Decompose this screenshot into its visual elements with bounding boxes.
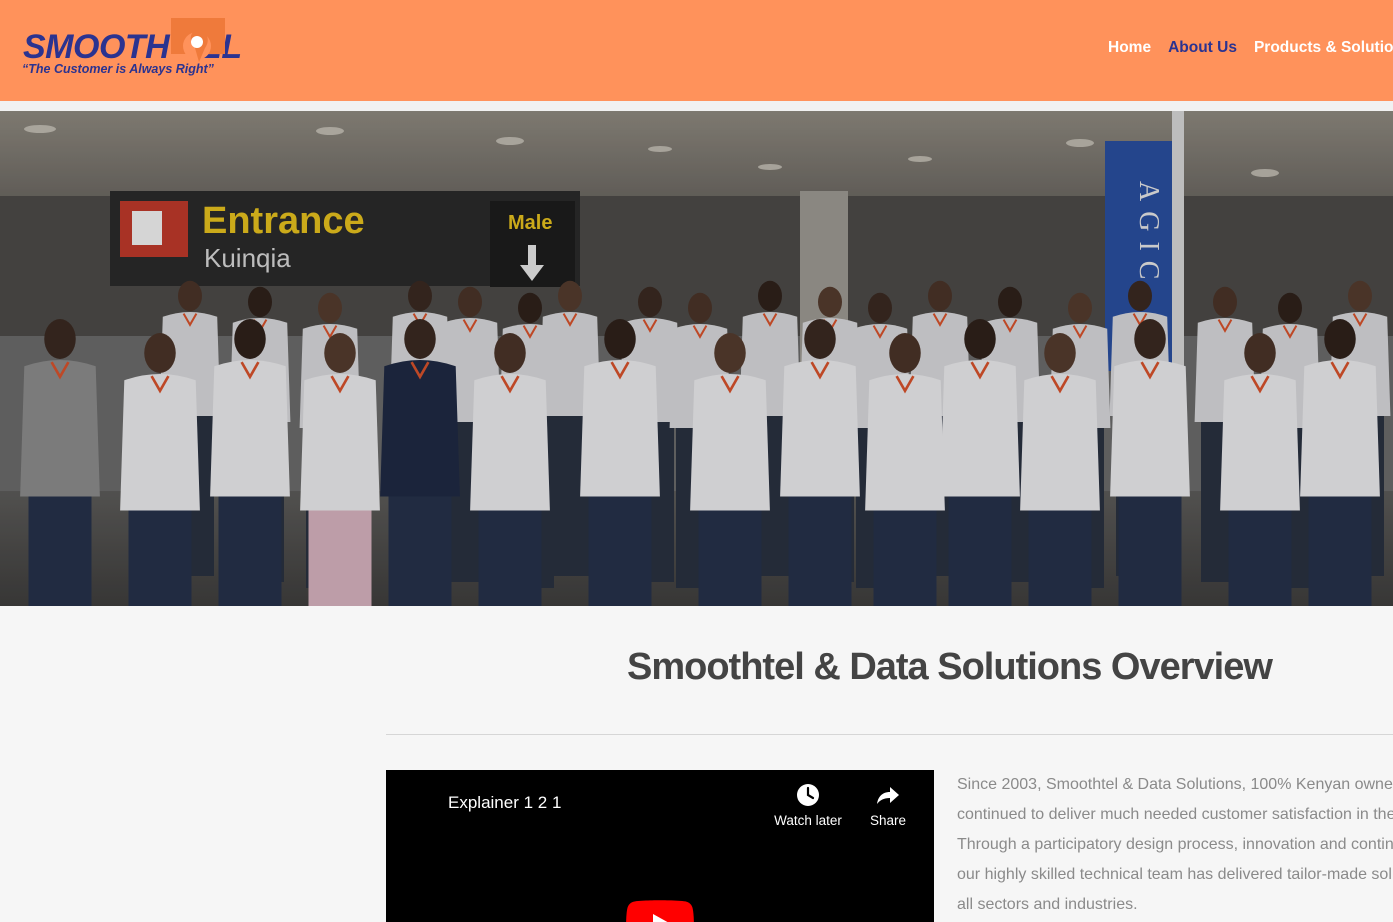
youtube-play-icon[interactable] bbox=[626, 900, 694, 922]
nav-about-us[interactable]: About Us bbox=[1168, 38, 1237, 58]
logo-tagline: “The Customer is Always Right” bbox=[22, 62, 214, 76]
main-nav: Home About Us Products & Solutions bbox=[1108, 38, 1393, 58]
overview-title: Smoothtel & Data Solutions Overview bbox=[627, 646, 1273, 688]
video-player[interactable]: Explainer 1 2 1 Watch later Share bbox=[386, 770, 934, 922]
logo[interactable]: SMOOTHEL “The Customer is Always Right” bbox=[22, 16, 242, 80]
section-divider bbox=[386, 734, 1393, 735]
share-arrow-icon bbox=[877, 787, 899, 804]
site-header: SMOOTHEL “The Customer is Always Right” … bbox=[0, 0, 1393, 101]
nav-home[interactable]: Home bbox=[1108, 38, 1151, 58]
watch-later-button[interactable]: Watch later bbox=[768, 782, 848, 830]
share-button[interactable]: Share bbox=[848, 782, 928, 830]
clock-icon bbox=[797, 784, 819, 806]
hero-image: Entrance Kuinqia Male AGIC bbox=[0, 111, 1393, 606]
overview-paragraph: Since 2003, Smoothtel & Data Solutions, … bbox=[957, 770, 1393, 920]
nav-products-solutions[interactable]: Products & Solutions bbox=[1254, 38, 1393, 58]
logo-mark-icon bbox=[171, 18, 225, 62]
watch-later-label: Watch later bbox=[774, 813, 842, 828]
paragraph-line: all sectors and industries. bbox=[957, 896, 1138, 913]
header-shadow bbox=[0, 101, 1393, 111]
paragraph-line: continued to deliver much needed custome… bbox=[957, 806, 1393, 823]
hero-team-photo: Entrance Kuinqia Male AGIC bbox=[0, 111, 1393, 606]
video-title[interactable]: Explainer 1 2 1 bbox=[448, 792, 561, 814]
share-label: Share bbox=[869, 813, 907, 828]
paragraph-line: Since 2003, Smoothtel & Data Solutions, … bbox=[957, 776, 1393, 793]
paragraph-line: our highly skilled technical team has de… bbox=[957, 866, 1392, 883]
paragraph-line: Through a participatory design process, … bbox=[957, 836, 1393, 853]
